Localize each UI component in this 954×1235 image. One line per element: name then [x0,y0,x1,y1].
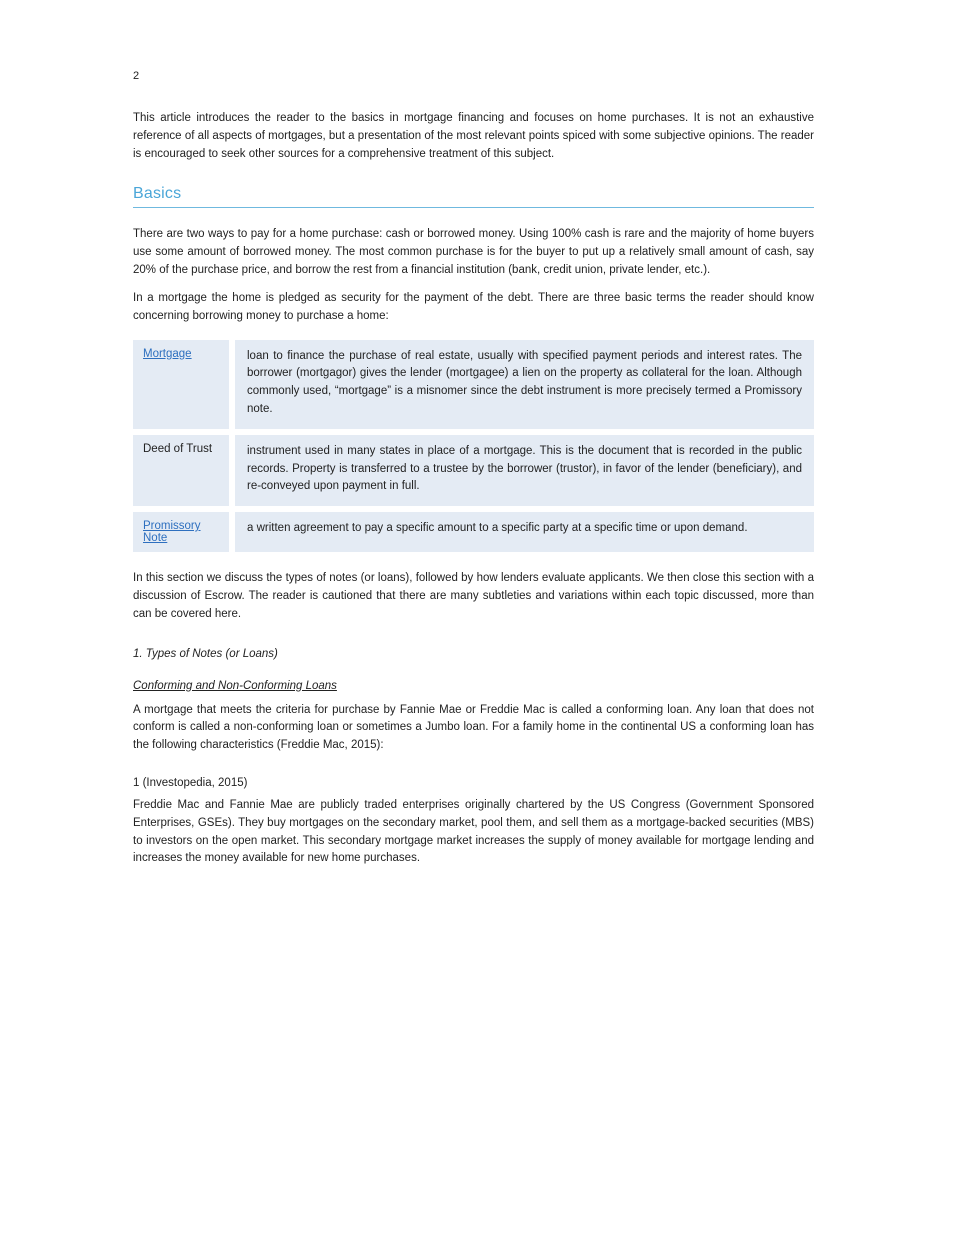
definition-term-promissory-note: Promissory Note [133,512,229,552]
definition-row-deed-of-trust: Deed of Trust instrument used in many st… [133,435,814,506]
document-page: 2 This article introduces the reader to … [0,0,954,1235]
definition-row-promissory-note: Promissory Note a written agreement to p… [133,512,814,552]
definition-term-link[interactable]: Promissory Note [143,520,201,544]
footnote-citation-body: Freddie Mac and Fannie Mae are publicly … [133,797,814,868]
section-intro-types-of-notes: In this section we discuss the types of … [133,570,814,623]
heading-types-of-notes: 1. Types of Notes (or Loans) [133,648,814,660]
intro-paragraph: This article introduces the reader to th… [133,110,814,163]
definition-desc-mortgage: loan to finance the purchase of real est… [235,340,814,429]
footnote-citation-title: 1 (Investopedia, 2015) [133,775,814,793]
definition-row-mortgage: Mortgage loan to finance the purchase of… [133,340,814,429]
definition-term-text: Deed of Trust [143,443,212,455]
basics-paragraph-2: In a mortgage the home is pledged as sec… [133,290,814,326]
definition-desc-promissory-note: a written agreement to pay a specific am… [235,512,814,552]
definition-term-mortgage: Mortgage [133,340,229,429]
definitions-block: Mortgage loan to finance the purchase of… [133,340,814,553]
page-number: 2 [133,70,139,82]
definition-term-deed-of-trust: Deed of Trust [133,435,229,506]
section-title-basics: Basics [133,185,814,203]
definition-term-link[interactable]: Mortgage [143,348,192,360]
paragraph-conforming-loans: A mortgage that meets the criteria for p… [133,702,814,755]
section-rule [133,207,814,208]
definition-desc-deed-of-trust: instrument used in many states in place … [235,435,814,506]
basics-paragraph-1: There are two ways to pay for a home pur… [133,226,814,279]
subheading-conforming-loans: Conforming and Non-Conforming Loans [133,680,814,692]
